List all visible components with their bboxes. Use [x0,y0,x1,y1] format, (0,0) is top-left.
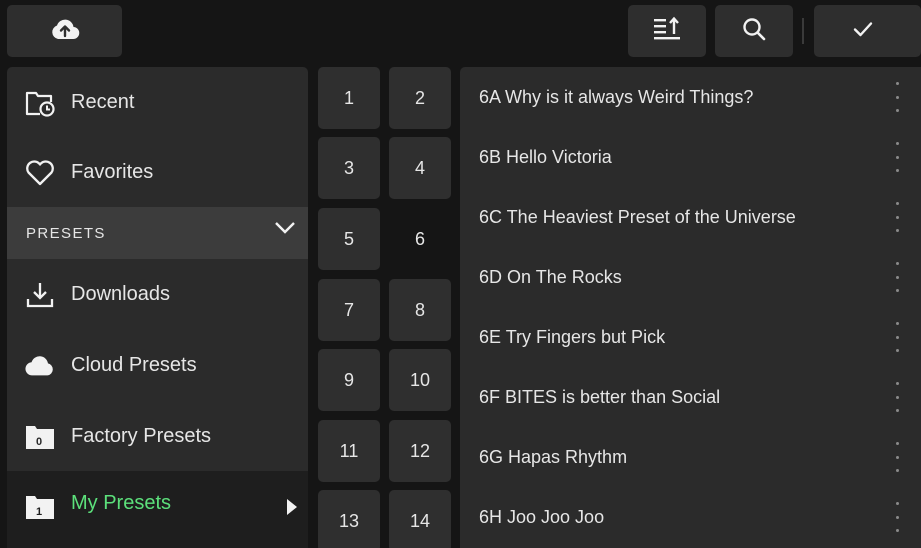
bank-button-5[interactable]: 5 [318,208,380,270]
sidebar-item-downloads[interactable]: Downloads [7,259,308,330]
preset-row[interactable]: 6C The Heaviest Preset of the Universe [460,187,921,247]
sidebar-item-my-presets[interactable]: 1 My Presets [7,471,308,548]
bank-button-9[interactable]: 9 [318,349,380,411]
toolbar-divider [802,18,804,44]
sidebar-item-label: Factory Presets [71,425,212,447]
bank-button-4[interactable]: 4 [389,137,451,199]
preset-name: 6H Joo Joo Joo [479,506,605,527]
preset-name: 6F BITES is better than Social [479,386,721,407]
preset-name: 6B Hello Victoria [479,146,612,167]
more-options-icon[interactable] [891,382,903,412]
chevron-right-icon [286,499,298,520]
more-options-icon[interactable] [891,82,903,112]
sidebar-item-factory-presets[interactable]: 0 Factory Presets [7,401,308,472]
sidebar-item-label: Downloads [71,283,170,305]
confirm-button[interactable] [814,5,921,57]
chevron-down-icon [274,221,296,240]
recent-folder-icon [25,88,55,118]
more-options-icon[interactable] [891,142,903,172]
sidebar-item-recent[interactable]: Recent [7,67,308,138]
more-options-icon[interactable] [891,502,903,532]
preset-name: 6D On The Rocks [479,266,622,287]
preset-row[interactable]: 6E Try Fingers but Pick [460,307,921,367]
upload-button[interactable] [7,5,122,57]
sidebar-item-label: Favorites [71,161,154,183]
cloud-icon [25,351,55,381]
folder-icon: 1 [25,492,55,522]
checkmark-icon [853,21,873,42]
preset-name: 6C The Heaviest Preset of the Universe [479,206,796,227]
heart-icon [25,158,55,188]
presets-header-label: PRESETS [26,224,106,242]
bank-button-6[interactable]: 6 [389,208,451,270]
sidebar-item-label: Recent [71,91,135,113]
bank-button-12[interactable]: 12 [389,420,451,482]
bank-button-1[interactable]: 1 [318,67,380,129]
preset-list: 6A Why is it always Weird Things? 6B Hel… [460,67,921,548]
preset-row[interactable]: 6H Joo Joo Joo [460,487,921,547]
preset-name: 6A Why is it always Weird Things? [479,86,754,107]
preset-name: 6G Hapas Rhythm [479,446,628,467]
bank-button-14[interactable]: 14 [389,490,451,548]
folder-badge: 0 [36,436,42,448]
more-options-icon[interactable] [891,442,903,472]
bank-button-11[interactable]: 11 [318,420,380,482]
preset-row[interactable]: 6B Hello Victoria [460,127,921,187]
sort-button[interactable] [628,5,706,57]
presets-section-header[interactable]: PRESETS [7,207,308,259]
bank-button-7[interactable]: 7 [318,279,380,341]
bank-button-2[interactable]: 2 [389,67,451,129]
folder-icon: 0 [25,422,55,452]
search-icon [742,17,766,46]
sidebar-item-cloud-presets[interactable]: Cloud Presets [7,330,308,401]
sidebar-item-label: My Presets [71,492,172,514]
more-options-icon[interactable] [891,262,903,292]
search-button[interactable] [715,5,793,57]
preset-row[interactable]: 6G Hapas Rhythm [460,427,921,487]
bank-button-8[interactable]: 8 [389,279,451,341]
bank-button-3[interactable]: 3 [318,137,380,199]
preset-row[interactable]: 6D On The Rocks [460,247,921,307]
folder-badge: 1 [36,506,42,518]
sidebar-item-label: Cloud Presets [71,354,197,376]
more-options-icon[interactable] [891,202,903,232]
preset-name: 6E Try Fingers but Pick [479,326,666,347]
download-icon [25,280,55,310]
bank-button-10[interactable]: 10 [389,349,451,411]
cloud-upload-icon [50,18,80,45]
preset-row[interactable]: 6F BITES is better than Social [460,367,921,427]
bank-button-13[interactable]: 13 [318,490,380,548]
more-options-icon[interactable] [891,322,903,352]
preset-row[interactable]: 6A Why is it always Weird Things? [460,67,921,127]
sort-icon [653,16,681,47]
sidebar-item-favorites[interactable]: Favorites [7,137,308,208]
sidebar: Recent Favorites PRESETS Downloads Cloud… [7,67,308,548]
